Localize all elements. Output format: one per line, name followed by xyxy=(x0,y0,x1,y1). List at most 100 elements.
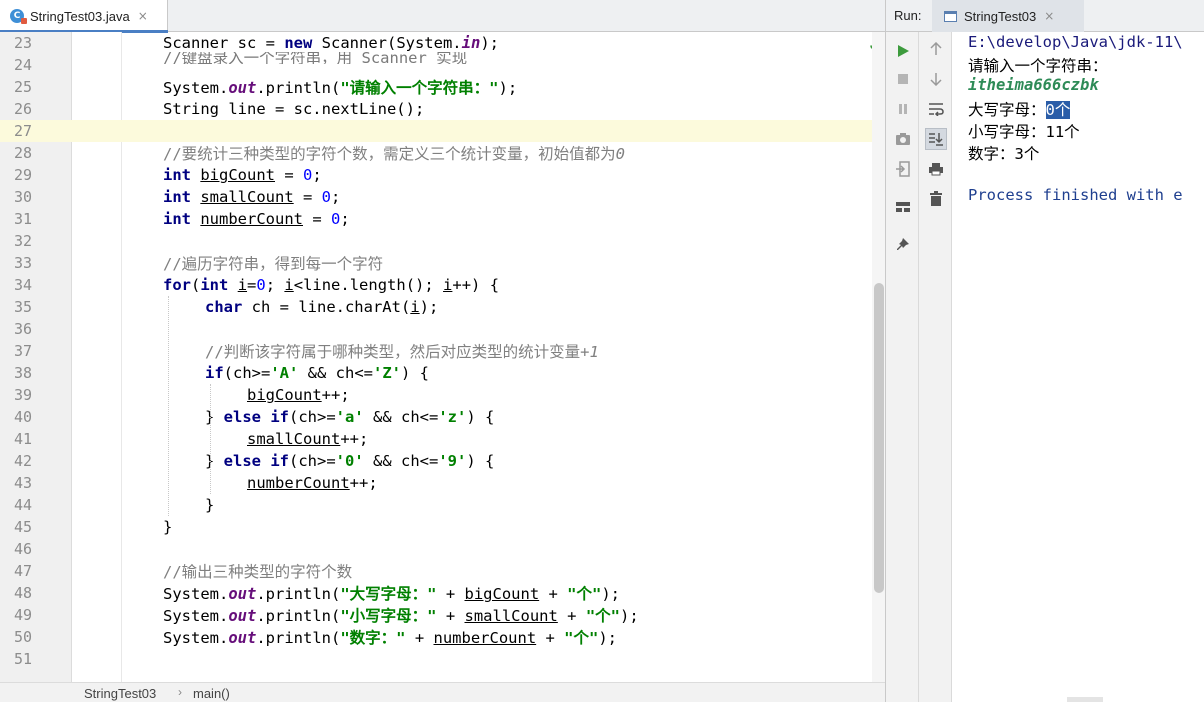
code-text: char ch = line.charAt(i); xyxy=(205,298,439,316)
code-line-51[interactable]: 51 xyxy=(0,648,872,670)
line-number: 47 xyxy=(13,562,32,580)
console-digit-count: 数字：3个 xyxy=(968,145,1040,163)
code-text: } else if(ch>='0' && ch<='9') { xyxy=(205,452,495,470)
code-comment: //要统计三种类型的字符个数，需定义三个统计变量，初始值都为0 xyxy=(163,145,626,163)
code-line-50[interactable]: 50 System.out.println("数字：" + numberCoun… xyxy=(0,626,872,648)
line-number: 50 xyxy=(13,628,32,646)
code-line-48[interactable]: 48 System.out.println("大写字母：" + bigCount… xyxy=(0,582,872,604)
code-text: System.out.println("大写字母：" + bigCount + … xyxy=(163,585,620,603)
stop-icon[interactable] xyxy=(892,68,914,90)
code-line-25[interactable]: 25 System.out.println("请输入一个字符串："); xyxy=(0,76,872,98)
breadcrumb: StringTest03 › main() xyxy=(0,682,885,702)
code-line-30[interactable]: 30 int smallCount = 0; xyxy=(0,186,872,208)
code-line-46[interactable]: 46 xyxy=(0,538,872,560)
console-process-finished: Process finished with e xyxy=(968,186,1183,204)
line-number: 44 xyxy=(13,496,32,514)
line-number: 28 xyxy=(13,144,32,162)
console-output[interactable]: E:\develop\Java\jdk-11\ 请输入一个字符串： itheim… xyxy=(954,32,1204,702)
code-line-35[interactable]: 35 char ch = line.charAt(i); xyxy=(0,296,872,318)
close-icon[interactable]: × xyxy=(1044,9,1054,23)
code-comment: //输出三种类型的字符个数 xyxy=(163,563,353,581)
pin-icon[interactable] xyxy=(892,234,914,256)
arrow-up-icon[interactable] xyxy=(925,38,947,60)
code-text: smallCount++; xyxy=(247,430,369,448)
run-tool-window: Run: StringTest03 × E:\develop\Java\jdk-… xyxy=(885,0,1204,702)
pause-icon[interactable] xyxy=(892,98,914,120)
code-line-33[interactable]: 33 //遍历字符串，得到每一个字符 xyxy=(0,252,872,274)
line-number: 41 xyxy=(13,430,32,448)
exit-icon[interactable] xyxy=(892,158,914,180)
code-line-24[interactable]: 24 xyxy=(0,54,872,76)
code-line-44[interactable]: 44 } xyxy=(0,494,872,516)
breadcrumb-separator: › xyxy=(178,685,182,699)
code-line-36[interactable]: 36 xyxy=(0,318,872,340)
close-icon[interactable]: × xyxy=(138,9,148,23)
camera-icon[interactable] xyxy=(892,128,914,150)
line-number: 49 xyxy=(13,606,32,624)
code-line-37[interactable]: 37 //判断该字符属于哪种类型，然后对应类型的统计变量+1 xyxy=(0,340,872,362)
code-line-42[interactable]: 42 } else if(ch>='0' && ch<='9') { xyxy=(0,450,872,472)
line-number: 38 xyxy=(13,364,32,382)
code-line-40[interactable]: 40 } else if(ch>='a' && ch<='z') { xyxy=(0,406,872,428)
code-line-45[interactable]: 45 } xyxy=(0,516,872,538)
editor-tab-bar: C StringTest03.java × xyxy=(0,0,885,33)
scroll-to-end-icon[interactable] xyxy=(925,128,947,150)
layout-icon[interactable] xyxy=(892,196,914,218)
code-line-31[interactable]: 31 int numberCount = 0; xyxy=(0,208,872,230)
line-number: 24 xyxy=(13,56,32,74)
code-line-49[interactable]: 49 System.out.println("小写字母：" + smallCou… xyxy=(0,604,872,626)
code-line-34[interactable]: 34 for(int i=0; i<line.length(); i++) { xyxy=(0,274,872,296)
run-label: Run: xyxy=(894,8,922,23)
console-upper-count: 大写字母：0个 xyxy=(968,101,1071,119)
code-line-28[interactable]: 28 //要统计三种类型的字符个数，需定义三个统计变量，初始值都为0 xyxy=(0,142,872,164)
code-line-26[interactable]: 26 String line = sc.nextLine(); xyxy=(0,98,872,120)
indent-guide xyxy=(210,384,211,494)
code-line-38[interactable]: 38 if(ch>='A' && ch<='Z') { xyxy=(0,362,872,384)
code-text: String line = sc.nextLine(); xyxy=(163,100,425,118)
code-line-32[interactable]: 32 xyxy=(0,230,872,252)
code-text: int bigCount = 0; xyxy=(163,166,322,184)
line-number: 30 xyxy=(13,188,32,206)
console-lower-count: 小写字母：11个 xyxy=(968,123,1080,141)
code-text: System.out.println("小写字母：" + smallCount … xyxy=(163,607,639,625)
code-text: int numberCount = 0; xyxy=(163,210,350,228)
line-number: 46 xyxy=(13,540,32,558)
line-number: 29 xyxy=(13,166,32,184)
code-comment: //判断该字符属于哪种类型，然后对应类型的统计变量+1 xyxy=(205,343,599,361)
line-number: 45 xyxy=(13,518,32,536)
indent-guide xyxy=(168,296,169,516)
breadcrumb-method[interactable]: main() xyxy=(193,686,230,701)
code-line-43[interactable]: 43 numberCount++; xyxy=(0,472,872,494)
code-editor[interactable]: C StringTest03.java × //键盘录入一个字符串，用 Scan… xyxy=(0,0,885,702)
code-text: System.out.println("请输入一个字符串："); xyxy=(163,79,518,97)
run-tab-stringtest03[interactable]: StringTest03 × xyxy=(932,0,1084,32)
code-line-47[interactable]: 47 //输出三种类型的字符个数 xyxy=(0,560,872,582)
code-text: for(int i=0; i<line.length(); i++) { xyxy=(163,276,500,294)
code-line-39[interactable]: 39 bigCount++; xyxy=(0,384,872,406)
run-toolbar-right xyxy=(919,32,952,702)
soft-wrap-icon[interactable] xyxy=(925,98,947,120)
editor-scrollbar-thumb[interactable] xyxy=(874,283,884,593)
editor-tab-stringtest03[interactable]: C StringTest03.java × xyxy=(0,0,168,33)
line-number: 39 xyxy=(13,386,32,404)
line-number: 40 xyxy=(13,408,32,426)
console-selection: 0个 xyxy=(1045,101,1071,119)
code-line-23[interactable]: 23 Scanner sc = new Scanner(System.in); xyxy=(0,32,872,54)
trash-icon[interactable] xyxy=(925,188,947,210)
console-scrollbar-corner[interactable] xyxy=(1067,697,1103,702)
line-number: 34 xyxy=(13,276,32,294)
code-comment: //遍历字符串，得到每一个字符 xyxy=(163,255,384,273)
code-text: if(ch>='A' && ch<='Z') { xyxy=(205,364,429,382)
code-line-29[interactable]: 29 int bigCount = 0; xyxy=(0,164,872,186)
arrow-down-icon[interactable] xyxy=(925,68,947,90)
code-line-41[interactable]: 41 smallCount++; xyxy=(0,428,872,450)
print-icon[interactable] xyxy=(925,158,947,180)
code-area[interactable]: //键盘录入一个字符串，用 Scanner 实现 23 Scanner sc =… xyxy=(0,32,872,682)
line-number: 48 xyxy=(13,584,32,602)
run-icon[interactable] xyxy=(892,40,914,62)
line-number: 43 xyxy=(13,474,32,492)
code-line-27-current[interactable]: 27 xyxy=(0,120,872,142)
breadcrumb-class[interactable]: StringTest03 xyxy=(84,686,156,701)
console-java-path: E:\develop\Java\jdk-11\ xyxy=(968,33,1183,51)
run-tab-bar: Run: StringTest03 × xyxy=(886,0,1204,32)
